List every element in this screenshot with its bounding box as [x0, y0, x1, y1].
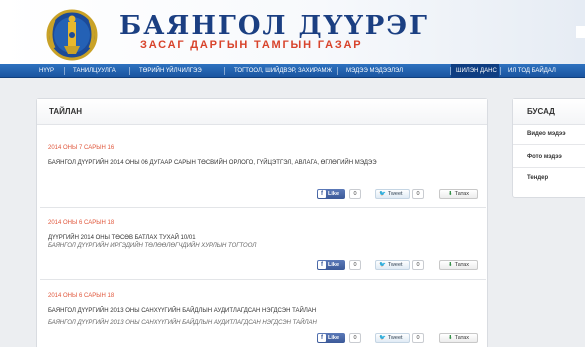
- report-entry: 2014 ОНЫ 6 САРЫН 18 БАЯНГОЛ ДҮҮРГИЙН 201…: [48, 293, 484, 345]
- header-box: [576, 26, 585, 38]
- download-button[interactable]: ⬇ Татах: [439, 260, 478, 270]
- tweet-count: 0: [412, 189, 424, 199]
- like-count: 0: [349, 189, 361, 199]
- sidebar-panel: БУСАД Видео мэдээ Фото мэдээ Тендер: [512, 98, 585, 198]
- nav-divider: [450, 67, 451, 75]
- reports-title: ТАЙЛАН: [49, 107, 83, 116]
- sidebar-item-video-news[interactable]: Видео мэдээ: [527, 131, 566, 137]
- tweet-label: Tweet: [387, 191, 403, 197]
- like-label: Like: [328, 262, 340, 268]
- site-header: БАЯНГОЛ ДҮҮРЭГ ЗАСАГ ДАРГЫН ТАМГЫН ГАЗАР: [0, 0, 585, 64]
- site-title[interactable]: БАЯНГОЛ ДҮҮРЭГ: [119, 12, 429, 40]
- download-label: Татах: [454, 191, 469, 197]
- facebook-like-button[interactable]: f Like: [317, 333, 345, 343]
- reports-panel: ТАЙЛАН 2014 ОНЫ 7 САРЫН 16 БАЯНГОЛ ДҮҮРГ…: [36, 98, 488, 347]
- tweet-count: 0: [412, 333, 424, 343]
- report-date: 2014 ОНЫ 7 САРЫН 16: [48, 145, 115, 151]
- entry-divider: [40, 279, 486, 280]
- twitter-bird-icon: 🐦: [379, 191, 386, 197]
- download-arrow-icon: ⬇: [448, 335, 453, 341]
- nav-item-home[interactable]: НҮҮР: [39, 64, 54, 78]
- download-arrow-icon: ⬇: [448, 262, 453, 268]
- download-button[interactable]: ⬇ Татах: [439, 189, 478, 199]
- nav-item-transparency[interactable]: ИЛ ТОД БАЙДАЛ: [508, 64, 556, 78]
- nav-divider: [224, 67, 225, 75]
- nav-item-public-services[interactable]: ТӨРИЙН ҮЙЛЧИЛГЭЭ: [139, 64, 202, 78]
- report-description: БАЯНГОЛ ДҮҮРГИЙН ИРГЭДИЙН ТӨЛӨӨЛӨГЧДИЙН …: [48, 243, 257, 249]
- tweet-label: Tweet: [387, 262, 403, 268]
- nav-divider: [64, 67, 65, 75]
- twitter-bird-icon: 🐦: [379, 262, 386, 268]
- report-entry: 2014 ОНЫ 6 САРЫН 18 ДҮҮРГИЙН 2014 ОНЫ ТӨ…: [48, 220, 484, 272]
- tweet-button[interactable]: 🐦 Tweet: [375, 260, 410, 270]
- sidebar-divider: [513, 167, 585, 168]
- soyombo-emblem-icon[interactable]: [40, 8, 104, 62]
- download-label: Татах: [454, 335, 469, 341]
- like-label: Like: [328, 335, 340, 341]
- report-date: 2014 ОНЫ 6 САРЫН 18: [48, 220, 115, 226]
- like-label: Like: [328, 191, 340, 197]
- report-description: БАЯНГОЛ ДҮҮРГИЙН 2013 ОНЫ САНХҮҮГИЙН БАЙ…: [48, 320, 317, 326]
- main-nav: НҮҮР ТАНИЛЦУУЛГА ТӨРИЙН ҮЙЛЧИЛГЭЭ ТОГТОО…: [0, 64, 585, 78]
- sidebar-item-tender[interactable]: Тендер: [527, 175, 548, 181]
- report-title-link[interactable]: БАЯНГОЛ ДҮҮРГИЙН 2014 ОНЫ 06 ДУГААР САРЫ…: [48, 159, 473, 168]
- tweet-label: Tweet: [387, 335, 403, 341]
- facebook-icon: f: [318, 261, 326, 269]
- tweet-button[interactable]: 🐦 Tweet: [375, 189, 410, 199]
- reports-panel-header: ТАЙЛАН: [37, 99, 487, 125]
- nav-item-introduction[interactable]: ТАНИЛЦУУЛГА: [73, 64, 116, 78]
- tweet-count: 0: [412, 260, 424, 270]
- like-count: 0: [349, 260, 361, 270]
- facebook-icon: f: [318, 190, 326, 198]
- download-arrow-icon: ⬇: [448, 191, 453, 197]
- facebook-like-button[interactable]: f Like: [317, 260, 345, 270]
- sidebar-item-photo-news[interactable]: Фото мэдээ: [527, 154, 562, 160]
- nav-item-news[interactable]: МЭДЭЭ МЭДЭЭЛЭЛ: [346, 64, 403, 78]
- report-title-link[interactable]: ДҮҮРГИЙН 2014 ОНЫ ТӨСӨВ БАТЛАХ ТУХАЙ 10/…: [48, 234, 473, 243]
- download-label: Татах: [454, 262, 469, 268]
- twitter-bird-icon: 🐦: [379, 335, 386, 341]
- nav-item-decisions[interactable]: ТОГТООЛ, ШИЙДВЭР, ЗАХИРАМЖ: [234, 64, 332, 78]
- sidebar-panel-header: БУСАД: [513, 99, 585, 125]
- report-date: 2014 ОНЫ 6 САРЫН 18: [48, 293, 115, 299]
- download-button[interactable]: ⬇ Татах: [439, 333, 478, 343]
- facebook-icon: f: [318, 334, 326, 342]
- sidebar-title: БУСАД: [527, 107, 555, 116]
- report-title-link[interactable]: БАЯНГОЛ ДҮҮРГИЙН 2013 ОНЫ САНХҮҮГИЙН БАЙ…: [48, 307, 473, 316]
- nav-divider: [337, 67, 338, 75]
- like-count: 0: [349, 333, 361, 343]
- site-subtitle: ЗАСАГ ДАРГЫН ТАМГЫН ГАЗАР: [140, 39, 363, 51]
- tweet-button[interactable]: 🐦 Tweet: [375, 333, 410, 343]
- report-entry: 2014 ОНЫ 7 САРЫН 16 БАЯНГОЛ ДҮҮРГИЙН 201…: [48, 145, 484, 205]
- nav-divider: [129, 67, 130, 75]
- facebook-like-button[interactable]: f Like: [317, 189, 345, 199]
- nav-divider: [500, 67, 501, 75]
- nav-item-glass-account[interactable]: ШИЛЭН ДАНС: [456, 64, 497, 78]
- sidebar-divider: [513, 144, 585, 145]
- entry-divider: [40, 207, 486, 208]
